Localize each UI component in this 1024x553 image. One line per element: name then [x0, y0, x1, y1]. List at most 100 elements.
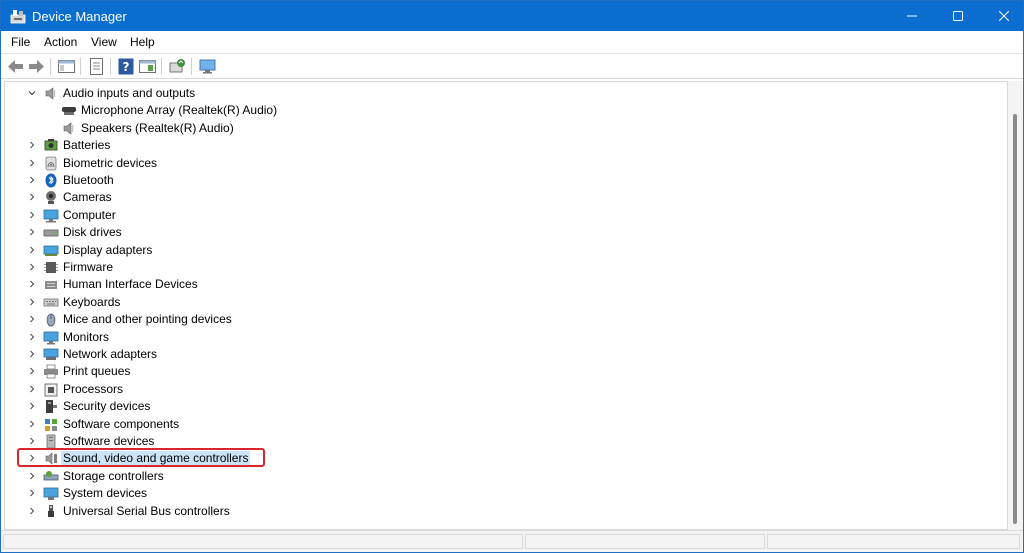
tree-category[interactable]: Monitors [5, 329, 995, 346]
vertical-scrollbar[interactable] [1008, 81, 1023, 530]
tree-category[interactable]: Universal Serial Bus controllers [5, 503, 995, 520]
chevron-right-icon[interactable] [26, 487, 38, 499]
chevron-right-icon[interactable] [26, 139, 38, 151]
printer-icon [44, 364, 58, 379]
tree-category[interactable]: Bluetooth [5, 172, 995, 189]
keyboard-icon [43, 298, 59, 307]
title-bar[interactable]: Device Manager [1, 1, 1023, 31]
menu-view[interactable]: View [91, 35, 117, 49]
tree-child-item[interactable]: Microphone Array (Realtek(R) Audio) [5, 102, 995, 119]
chevron-down-icon[interactable] [26, 87, 38, 99]
chevron-right-icon[interactable] [26, 244, 38, 256]
device-manager-window: Device Manager File Action View Help ? A… [0, 0, 1024, 553]
chevron-right-icon[interactable] [26, 261, 38, 273]
processor-icon [44, 383, 58, 397]
storage-controller-icon [43, 470, 59, 481]
forward-icon[interactable] [27, 57, 46, 76]
chevron-right-icon[interactable] [26, 191, 38, 203]
menu-action[interactable]: Action [44, 35, 77, 49]
highlight-outline [17, 448, 265, 467]
tree-category[interactable]: Mice and other pointing devices [5, 311, 995, 328]
tree-category[interactable]: Display adapters [5, 242, 995, 259]
chevron-right-icon[interactable] [26, 470, 38, 482]
chevron-right-icon[interactable] [26, 157, 38, 169]
update-driver-icon[interactable] [168, 57, 187, 76]
speaker-icon [45, 87, 56, 100]
scan-hardware-icon[interactable] [198, 57, 217, 76]
maximize-button[interactable] [935, 1, 981, 31]
speaker-icon [63, 122, 74, 135]
tree-category[interactable]: Audio inputs and outputs [5, 85, 995, 102]
chevron-right-icon[interactable] [26, 209, 38, 221]
tree-category[interactable]: Human Interface Devices [5, 276, 995, 293]
microphone-icon [62, 107, 76, 116]
disk-drive-icon [43, 229, 59, 237]
menu-file[interactable]: File [11, 35, 30, 49]
chevron-right-icon[interactable] [26, 383, 38, 395]
maximize-icon [953, 11, 963, 21]
close-button[interactable] [981, 1, 1023, 31]
window-title: Device Manager [32, 9, 127, 24]
tree-item-label: Processors [63, 381, 124, 396]
tree-item-label: System devices [63, 486, 148, 501]
chevron-right-icon[interactable] [26, 331, 38, 343]
menu-help[interactable]: Help [130, 35, 155, 49]
tree-category[interactable]: Processors [5, 381, 995, 398]
mouse-icon [46, 313, 56, 327]
tree-item-label: Audio inputs and outputs [63, 86, 196, 100]
chevron-right-icon[interactable] [26, 418, 38, 430]
menu-bar: File Action View Help [1, 31, 1023, 53]
tree-item-label: Speakers (Realtek(R) Audio) [81, 120, 234, 135]
tree-item-label: Disk drives [63, 225, 122, 240]
tree-item-label: Cameras [63, 190, 112, 205]
usb-icon [48, 504, 54, 517]
chevron-right-icon[interactable] [26, 226, 38, 238]
properties-icon[interactable] [87, 57, 106, 76]
tree-item-label: Human Interface Devices [63, 277, 198, 292]
chevron-right-icon[interactable] [26, 278, 38, 290]
tree-category[interactable]: Network adapters [5, 346, 995, 363]
tree-item-label: Mice and other pointing devices [63, 312, 232, 327]
help-icon[interactable]: ? [117, 57, 136, 76]
fingerprint-icon [45, 156, 57, 170]
software-component-icon [45, 418, 57, 431]
chevron-right-icon[interactable] [26, 505, 38, 517]
tree-category[interactable]: Computer [5, 207, 995, 224]
tree-item-label: Software components [63, 416, 180, 431]
software-device-icon [46, 434, 56, 449]
firmware-icon [44, 262, 58, 273]
minimize-button[interactable] [889, 1, 935, 31]
back-icon[interactable] [6, 57, 25, 76]
chevron-right-icon[interactable] [26, 313, 38, 325]
chevron-right-icon[interactable] [26, 296, 38, 308]
tree-category[interactable]: Biometric devices [5, 155, 995, 172]
chevron-right-icon[interactable] [26, 365, 38, 377]
tree-category[interactable]: Keyboards [5, 294, 995, 311]
chevron-right-icon[interactable] [26, 348, 38, 360]
tree-item-label: Computer [63, 207, 116, 222]
tree-category[interactable]: Firmware [5, 259, 995, 276]
tree-item-label: Firmware [63, 260, 113, 274]
bluetooth-icon [45, 173, 57, 188]
tree-category[interactable]: Software components [5, 416, 995, 433]
tree-child-item[interactable]: Speakers (Realtek(R) Audio) [5, 120, 995, 137]
tree-category[interactable]: Print queues [5, 363, 995, 380]
tree-category[interactable]: Cameras [5, 189, 995, 206]
tree-category[interactable]: System devices [5, 485, 995, 502]
show-hide-console-tree-icon[interactable] [57, 57, 76, 76]
toolbar-separator [110, 58, 111, 75]
chevron-right-icon[interactable] [26, 400, 38, 412]
tree-category[interactable]: Disk drives [5, 224, 995, 241]
tree-category[interactable]: Storage controllers [5, 468, 995, 485]
tree-category[interactable]: Security devices [5, 398, 995, 415]
scrollbar-thumb[interactable] [1013, 114, 1017, 524]
svg-text:?: ? [123, 60, 130, 74]
chevron-right-icon[interactable] [26, 174, 38, 186]
action-pane-icon[interactable] [138, 57, 157, 76]
toolbar: ? [1, 53, 1023, 79]
tree-item-label: Universal Serial Bus controllers [63, 503, 230, 518]
tree-item-label: Batteries [63, 138, 111, 153]
tree-item-label: Biometric devices [63, 155, 158, 170]
chevron-right-icon[interactable] [26, 435, 38, 447]
tree-category[interactable]: Batteries [5, 137, 995, 154]
